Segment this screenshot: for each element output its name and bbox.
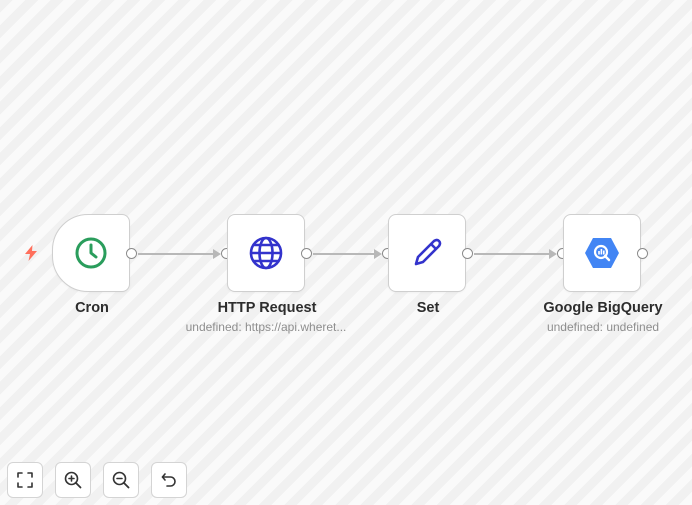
cron-output-handle[interactable] <box>126 248 137 259</box>
undo-icon <box>161 473 176 487</box>
zoom-in-icon <box>64 471 82 489</box>
reset-zoom-button[interactable] <box>151 462 187 498</box>
node-google-bigquery[interactable] <box>563 214 641 292</box>
http-output-handle[interactable] <box>301 248 312 259</box>
zoom-in-button[interactable] <box>55 462 91 498</box>
globe-icon <box>246 233 286 273</box>
node-label-google-bigquery: Google BigQuery <box>543 300 663 316</box>
fullscreen-icon <box>17 472 33 488</box>
node-cron[interactable] <box>52 214 130 292</box>
set-output-handle[interactable] <box>462 248 473 259</box>
node-set[interactable] <box>388 214 466 292</box>
connection-http-set[interactable] <box>313 249 382 259</box>
connection-set-bigquery[interactable] <box>474 249 557 259</box>
workflow-canvas[interactable]: Cron HTTP Request undefined: https://api… <box>0 0 692 505</box>
pencil-icon <box>407 233 447 273</box>
node-label-cron: Cron <box>75 300 109 316</box>
node-subtitle-google-bigquery: undefined: undefined <box>546 320 660 334</box>
zoom-out-button[interactable] <box>103 462 139 498</box>
clock-icon <box>71 233 111 273</box>
fit-view-button[interactable] <box>7 462 43 498</box>
zoom-out-icon <box>112 471 130 489</box>
trigger-bolt-icon <box>25 245 37 261</box>
connection-cron-http[interactable] <box>138 249 221 259</box>
bigquery-icon <box>582 233 622 273</box>
canvas-controls <box>7 462 187 498</box>
bigquery-output-handle[interactable] <box>637 248 648 259</box>
node-http-request[interactable] <box>227 214 305 292</box>
node-subtitle-http-request: undefined: https://api.wheret... <box>185 320 347 334</box>
node-label-set: Set <box>416 300 440 316</box>
